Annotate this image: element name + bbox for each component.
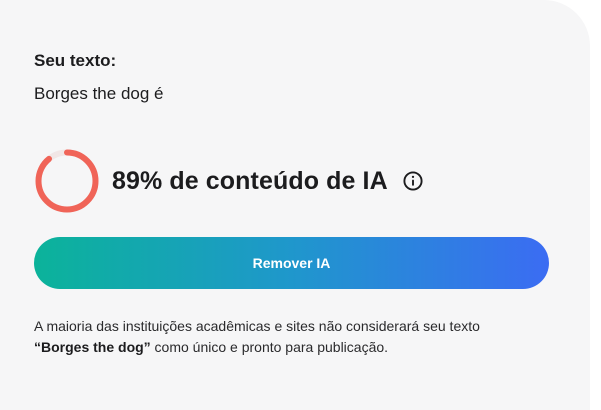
disclaimer-quoted-text: “Borges the dog” <box>34 339 151 355</box>
info-circle-icon[interactable] <box>402 170 424 192</box>
result-card: Seu texto: Borges the dog é 89% de conte… <box>0 0 590 410</box>
ai-score-gauge <box>35 149 99 213</box>
disclaimer-text: A maioria das instituições acadêmicas e … <box>34 316 574 358</box>
ai-score-text: 89% de conteúdo de IA <box>112 166 388 195</box>
disclaimer-part2: como único e pronto para publicação. <box>150 339 389 355</box>
your-text-label: Seu texto: <box>34 51 117 70</box>
ai-score-row: 89% de conteúdo de IA <box>34 148 424 214</box>
remove-ai-button[interactable]: Remover IA <box>34 237 549 289</box>
gauge-progress-arc <box>35 149 99 213</box>
your-text-value: Borges the dog é <box>34 84 164 103</box>
disclaimer-part1: A maioria das instituições acadêmicas e … <box>34 318 480 334</box>
